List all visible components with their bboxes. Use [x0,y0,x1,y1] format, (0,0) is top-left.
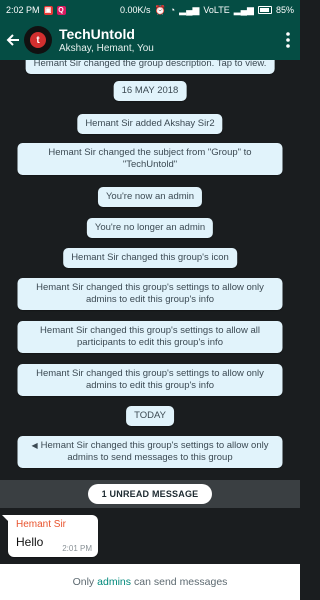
incoming-message[interactable]: Hemant Sir Hello 2:01 PM [2,515,98,557]
alarm-icon: ⏰ [154,4,166,15]
system-message-no-longer-admin: You're no longer an admin [86,218,214,238]
message-time: 2:01 PM [62,544,92,553]
system-message-send-settings: ◀ Hemant Sir changed this group's setting… [17,436,283,468]
unread-count-label: 1 UNREAD MESSAGE [87,484,213,504]
system-message-description[interactable]: Hemant Sir changed the group description… [25,60,275,74]
admins-only-footer: Only admins can send messages [0,564,300,600]
battery-level: 85% [275,5,294,15]
group-title: TechUntold [59,25,135,42]
date-divider-today: TODAY [126,406,174,426]
system-message-settings: Hemant Sir changed this group's settings… [17,278,283,310]
system-message-added: Hemant Sir added Akshay Sir2 [77,114,223,134]
system-message-subject: Hemant Sir changed the subject from "Gro… [17,143,283,175]
date-divider: 16 MAY 2018 [113,81,187,101]
app-bar: t TechUntold Akshay, Hemant, You [0,20,300,60]
back-arrow-icon[interactable] [2,20,24,60]
notification-app-icon: ▣ [43,5,53,15]
network-type: VoLTE [203,5,230,15]
system-message-icon-changed: Hemant Sir changed this group's icon [63,248,237,268]
system-message-now-admin: You're now an admin [97,187,203,207]
admins-link[interactable]: admins [97,576,131,588]
chat-area[interactable]: Hemant Sir changed the group description… [0,60,300,564]
techuntold-logo-icon: t [30,32,46,48]
footer-prefix: Only [72,576,95,588]
status-bar: 2:02 PM ▣ Q 0.00K/s ⏰ ◔ ▂▄▆ VoLTE ▂▄▆ 85… [0,0,300,20]
group-avatar[interactable]: t [24,26,52,54]
system-message-settings: Hemant Sir changed this group's settings… [17,364,283,396]
network-speed: 0.00K/s [119,5,151,15]
footer-suffix: can send messages [134,576,228,588]
megaphone-icon: ◀ [31,441,38,450]
group-members: Akshay, Hemant, You [59,42,154,54]
signal-icon-2: ▂▄▆ [233,4,254,15]
message-sender[interactable]: Hemant Sir [16,519,90,531]
unread-divider: 1 UNREAD MESSAGE [0,480,300,508]
system-message-settings: Hemant Sir changed this group's settings… [17,321,283,353]
signal-icon: ▂▄▆ [179,4,200,15]
more-options-icon[interactable] [276,20,300,60]
wifi-icon: ◔ [169,5,176,15]
chat-header-info[interactable]: TechUntold Akshay, Hemant, You [59,26,154,55]
status-time: 2:02 PM [6,5,40,15]
battery-icon [257,6,272,14]
system-message-send-settings-text: Hemant Sir changed this group's settings… [40,440,269,463]
notification-q-icon: Q [56,5,66,15]
